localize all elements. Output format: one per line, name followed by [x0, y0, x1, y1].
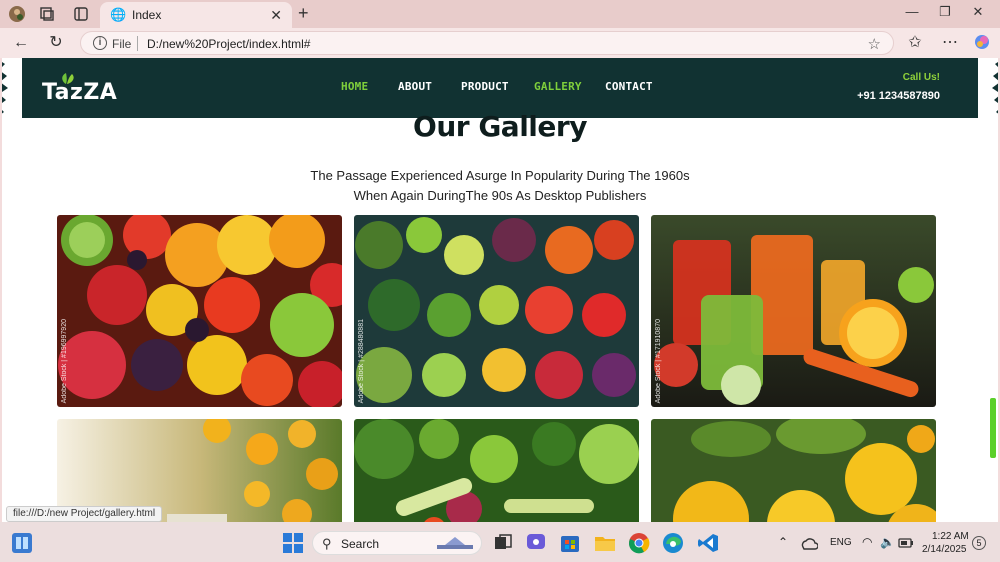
info-icon[interactable]: i	[93, 36, 107, 50]
wifi-icon[interactable]: ◠	[862, 535, 872, 549]
minimize-icon[interactable]: —	[897, 4, 927, 19]
close-tab-icon[interactable]: ✕	[270, 7, 282, 24]
address-bar[interactable]: i File D:/new%20Project/index.html# ☆	[80, 31, 894, 55]
favorites-icon[interactable]: ✩	[905, 33, 925, 53]
scroll-indicator[interactable]	[990, 398, 996, 458]
url-text[interactable]: D:/new%20Project/index.html#	[147, 37, 310, 51]
clock-time[interactable]: 1:22 AM	[932, 531, 969, 542]
tab-index[interactable]: 🌐 Index ✕	[100, 2, 292, 28]
chat-app-icon[interactable]	[525, 532, 547, 554]
image-watermark: Adobe Stock | #288480881	[358, 318, 365, 403]
url-scheme-label: File	[112, 37, 132, 51]
call-us-label: Call Us!	[902, 72, 940, 83]
favorite-star-icon[interactable]: ☆	[868, 35, 881, 53]
close-window-icon[interactable]: ✕	[963, 4, 993, 20]
copilot-icon[interactable]	[972, 33, 992, 53]
refresh-icon[interactable]: ↻	[46, 33, 66, 53]
back-arrow-icon[interactable]: ←	[11, 33, 31, 53]
url-divider	[137, 36, 138, 51]
clock-date[interactable]: 2/14/2025	[922, 544, 967, 555]
nav-home[interactable]: HOME	[341, 80, 368, 93]
edge-icon[interactable]	[662, 532, 684, 554]
globe-icon: 🌐	[110, 7, 127, 22]
nav-gallery[interactable]: GALLERY	[534, 80, 582, 93]
nav-about[interactable]: ABOUT	[398, 80, 432, 93]
chrome-icon[interactable]	[628, 532, 650, 554]
task-view-icon[interactable]	[492, 532, 514, 554]
gallery-image-green-vegetables[interactable]	[354, 419, 639, 522]
new-tab-icon[interactable]: +	[298, 3, 309, 24]
tab-actions-icon[interactable]	[72, 5, 90, 23]
store-icon[interactable]	[559, 532, 581, 554]
status-link-preview: file:///D:/new Project/gallery.html	[6, 506, 163, 522]
file-explorer-icon[interactable]	[594, 532, 616, 554]
widgets-icon[interactable]	[11, 532, 33, 554]
page-viewport: TazZA HOME ABOUT PRODUCT GALLERY CONTACT…	[2, 58, 998, 522]
battery-icon[interactable]	[898, 536, 914, 548]
nav-contact[interactable]: CONTACT	[605, 80, 653, 93]
site-header: TazZA HOME ABOUT PRODUCT GALLERY CONTACT…	[2, 58, 998, 118]
search-label: Search	[341, 537, 380, 551]
language-indicator[interactable]: ENG	[830, 537, 852, 548]
gallery-image-fruits-and-vegetables[interactable]: Adobe Stock | #288480881	[354, 215, 639, 407]
main-nav: HOME ABOUT PRODUCT GALLERY CONTACT	[2, 80, 998, 96]
nav-product[interactable]: PRODUCT	[461, 80, 509, 93]
image-watermark: Adobe Stock | #196997920	[61, 318, 68, 403]
gallery-title: Our Gallery	[413, 110, 587, 143]
workspaces-icon[interactable]	[38, 5, 56, 23]
more-options-icon[interactable]: ⋯	[940, 33, 960, 53]
gallery-image-mixed-fruits[interactable]: Adobe Stock | #196997920	[57, 215, 342, 407]
gallery-image-juices[interactable]: Adobe Stock | #171910870	[651, 215, 936, 407]
restore-icon[interactable]: ❐	[930, 4, 960, 20]
vscode-icon[interactable]	[697, 532, 719, 554]
search-icon: ⚲	[322, 536, 332, 551]
taskbar-search[interactable]: ⚲ Search	[312, 531, 482, 555]
tray-overflow-icon[interactable]: ⌃	[778, 535, 788, 549]
notification-badge[interactable]: 5	[972, 536, 986, 550]
onedrive-icon[interactable]	[800, 534, 819, 552]
gallery-image-lemons[interactable]	[651, 419, 936, 522]
search-highlight-icon	[437, 537, 473, 549]
address-toolbar: ← ↻ i File D:/new%20Project/index.html# …	[0, 28, 1000, 58]
gallery-subtitle: The Passage Experienced Asurge In Popula…	[310, 168, 690, 203]
profile-avatar-icon[interactable]	[8, 5, 26, 23]
image-watermark: Adobe Stock | #171910870	[655, 318, 662, 403]
start-windows-icon[interactable]	[282, 532, 304, 554]
tab-title: Index	[132, 8, 162, 22]
browser-tab-bar: 🌐 Index ✕ + — ❐ ✕	[0, 0, 1000, 28]
call-number[interactable]: +91 1234587890	[857, 90, 940, 102]
windows-taskbar: ⚲ Search ⌃ ENG ◠ 🔈 1:22 AM 2/14/2025 5	[0, 522, 1000, 562]
volume-icon[interactable]: 🔈	[880, 535, 895, 549]
